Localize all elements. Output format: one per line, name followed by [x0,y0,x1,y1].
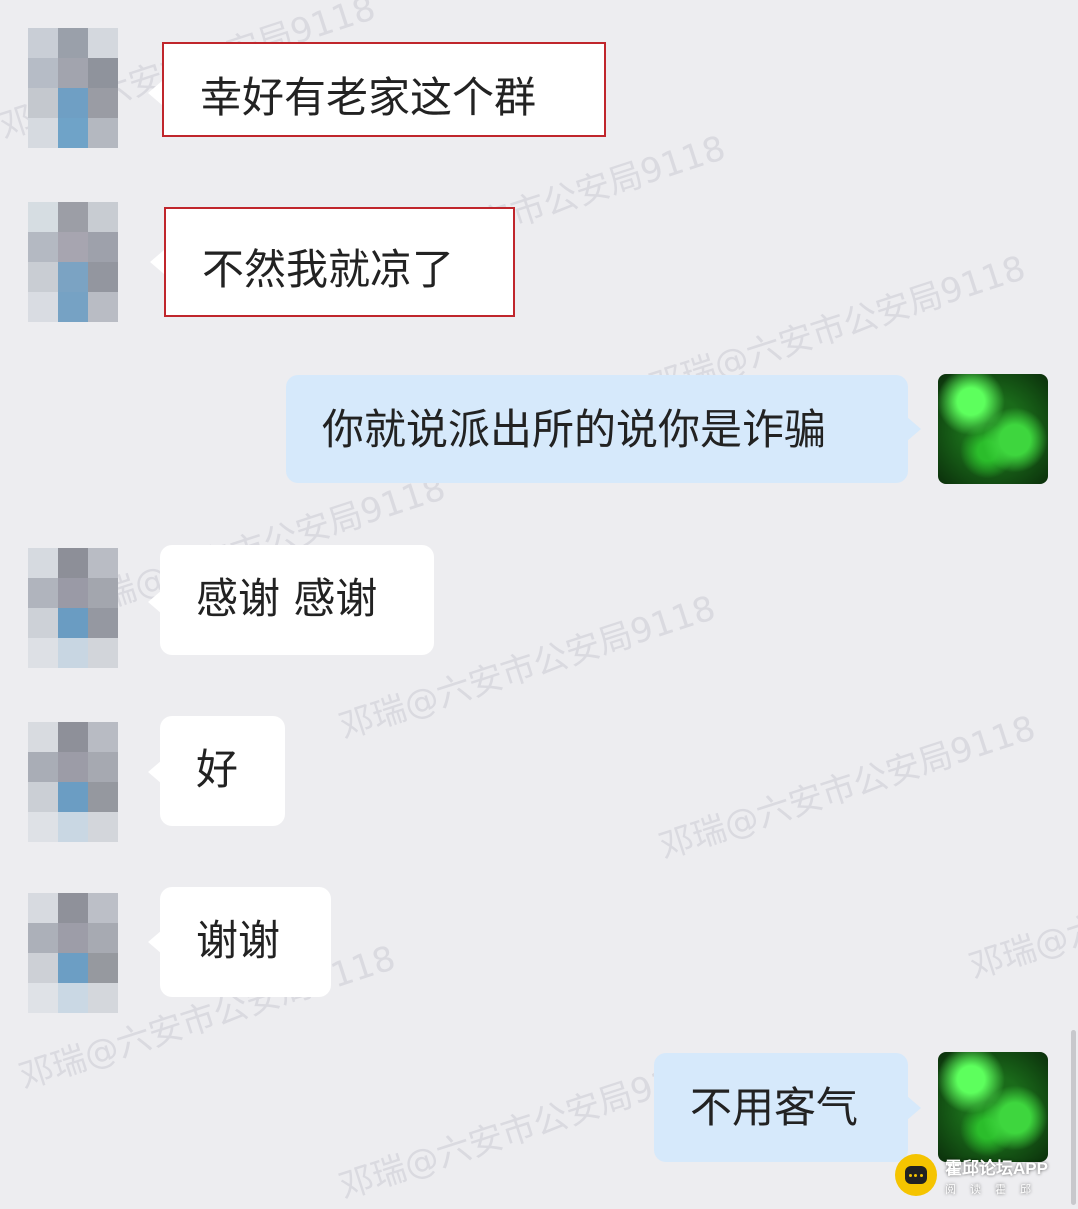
watermark: 邓瑞@六安市公安局9118 [964,828,1078,988]
user-avatar[interactable] [938,374,1048,484]
message-bubble[interactable]: 你就说派出所的说你是诈骗 [286,375,908,483]
message-text: 感谢 感谢 [196,574,378,623]
message-text: 幸好有老家这个群 [200,73,537,122]
watermark: 邓瑞@六安市公安局9118 [654,708,1041,868]
contact-avatar[interactable] [28,28,118,148]
message-text: 谢谢 [196,916,281,965]
badge-subtitle: 阅读霍邱 [945,1183,1045,1196]
app-watermark-badge: 霍邱论坛APP 阅读霍邱 [895,1150,1075,1200]
contact-avatar[interactable] [28,893,118,1013]
message-text: 好 [196,745,239,794]
message-text: 不用客气 [690,1083,859,1132]
badge-title: 霍邱论坛APP [945,1158,1048,1178]
message-bubble[interactable]: 幸好有老家这个群 [162,42,606,137]
user-avatar[interactable] [938,1052,1048,1162]
message-bubble[interactable]: 不然我就凉了 [164,207,515,317]
message-bubble[interactable]: 感谢 感谢 [160,545,434,655]
message-text: 不然我就凉了 [202,245,455,294]
contact-avatar[interactable] [28,202,118,322]
contact-avatar[interactable] [28,722,118,842]
message-bubble[interactable]: 谢谢 [160,887,331,997]
message-bubble[interactable]: 不用客气 [654,1053,908,1162]
contact-avatar[interactable] [28,548,118,668]
message-bubble[interactable]: 好 [160,716,285,826]
message-text: 你就说派出所的说你是诈骗 [322,405,827,454]
chat-bubble-icon [895,1154,937,1196]
